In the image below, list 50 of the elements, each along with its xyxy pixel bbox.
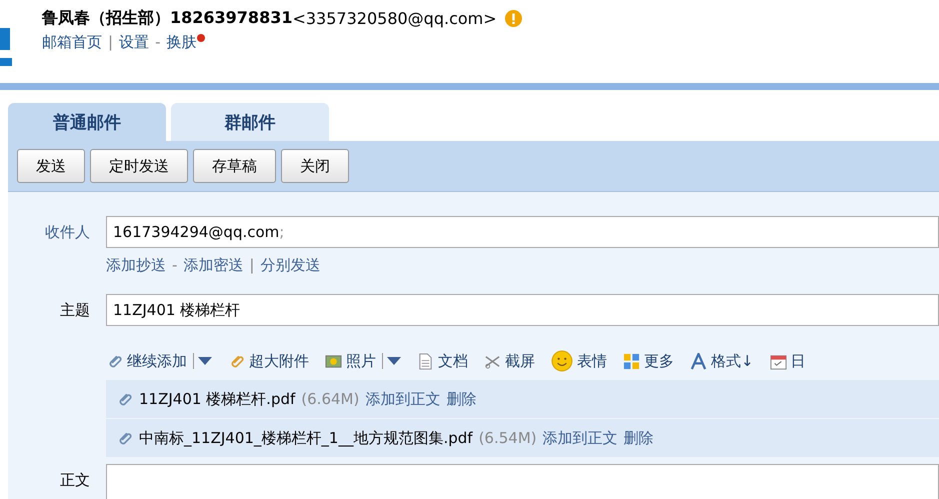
font-icon — [690, 352, 707, 370]
calendar-icon — [770, 352, 787, 370]
warning-icon[interactable] — [504, 10, 522, 27]
tab[interactable]: 群邮件 — [171, 103, 329, 141]
sender-address: <3357320580@qq.com> — [292, 9, 497, 28]
separator: | — [249, 256, 254, 276]
smiley-icon — [551, 350, 573, 372]
toolbar-item[interactable]: 表情 — [551, 350, 607, 372]
recipient-link[interactable]: 分别发送 — [260, 256, 320, 284]
attachment-link[interactable]: 删除 — [624, 428, 654, 448]
subject-field[interactable]: 11ZJ401 楼梯栏杆 — [106, 294, 939, 326]
caret-icon — [198, 357, 212, 365]
caret-icon — [387, 357, 401, 365]
separator: - — [172, 256, 178, 276]
tab[interactable]: 普通邮件 — [8, 103, 166, 141]
attachment-link[interactable]: 添加到正文 — [365, 390, 440, 408]
attachment-name: 11ZJ401 楼梯栏杆.pdf — [139, 390, 296, 408]
field-label: 收件人 — [44, 222, 91, 243]
attachment-size: (6.54M) — [478, 429, 537, 447]
toolbar-item[interactable]: 照片 — [325, 352, 401, 370]
toolbar-item[interactable]: 更多 — [623, 352, 674, 370]
grid-icon — [623, 352, 640, 370]
toolbar-item[interactable]: 日 — [770, 352, 806, 370]
attachment-size: (6.64M) — [301, 390, 360, 408]
separator: | — [108, 33, 114, 52]
action-button[interactable]: 定时发送 — [90, 149, 188, 183]
toolbar-item[interactable]: 超大附件 — [228, 352, 309, 370]
nav-link[interactable]: 邮箱首页 — [42, 33, 102, 52]
sender-name: 鲁凤春（招生部）18263978831 — [42, 8, 292, 29]
action-button[interactable]: 发送 — [17, 149, 85, 183]
action-button[interactable]: 关闭 — [281, 149, 349, 183]
toolbar-item[interactable]: 文档 — [417, 352, 468, 370]
document-icon — [417, 352, 434, 370]
separator: - — [155, 33, 160, 52]
action-button[interactable]: 存草稿 — [193, 149, 276, 183]
field-label: 主题 — [59, 300, 91, 321]
nav-link[interactable]: 换肤 — [166, 33, 206, 52]
attachment-name: 中南标_11ZJ401_楼梯栏杆_1__地方规范图集.pdf — [139, 428, 473, 448]
photo-icon — [325, 352, 342, 370]
body-field[interactable] — [106, 464, 939, 499]
attachment-link[interactable]: 添加到正文 — [542, 428, 618, 448]
toolbar-item[interactable]: 继续添加 — [106, 352, 212, 370]
recipient-link[interactable]: 添加抄送 — [106, 256, 166, 284]
recipient-field[interactable]: 1617394294@qq.com; — [106, 216, 939, 248]
toolbar-item[interactable]: 格式↓ — [690, 352, 754, 370]
attachment-link[interactable]: 删除 — [446, 390, 476, 408]
toolbar-item[interactable]: 截屏 — [484, 352, 535, 370]
recipient-link[interactable]: 添加密送 — [183, 256, 244, 284]
nav-link[interactable]: 设置 — [119, 33, 150, 52]
field-label: 正文 — [59, 470, 91, 491]
